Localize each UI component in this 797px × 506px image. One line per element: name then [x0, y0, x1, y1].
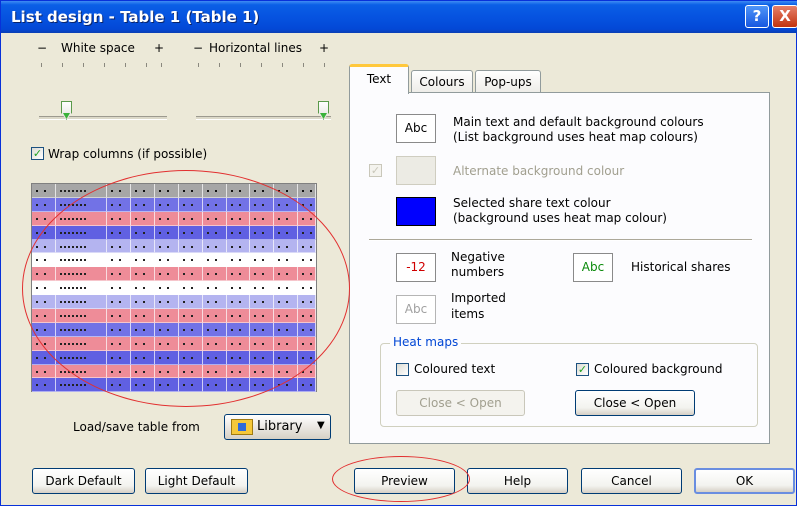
preview-cell	[298, 378, 316, 393]
wrap-columns-label: Wrap columns (if possible)	[48, 147, 208, 161]
tab-colours[interactable]: Colours	[411, 70, 473, 94]
load-save-label: Load/save table from	[73, 420, 200, 434]
selected-line2: (background uses heat map colour)	[453, 211, 667, 225]
coloured-background-label: Coloured background	[594, 362, 723, 376]
main-text-line2: (List background uses heat map colours)	[453, 130, 698, 144]
hlines-tick	[198, 63, 199, 67]
whitespace-tick	[62, 63, 63, 67]
selected-line1: Selected share text colour	[453, 196, 611, 210]
whitespace-tick	[161, 63, 162, 67]
title-bar[interactable]: List design - Table 1 (Table 1) ? X	[1, 1, 797, 33]
chevron-down-icon: ▼	[317, 420, 325, 431]
alternate-background-swatch[interactable]	[396, 156, 436, 185]
preview-cell	[32, 184, 56, 198]
folder-icon	[231, 419, 253, 435]
tab-popups[interactable]: Pop-ups	[475, 70, 541, 94]
hlines-tick	[240, 63, 241, 67]
dark-default-button[interactable]: Dark Default	[32, 468, 135, 494]
library-dropdown-button[interactable]: Library ▼	[224, 414, 331, 440]
negative-line1: Negative	[451, 250, 505, 264]
window-title: List design - Table 1 (Table 1)	[11, 8, 260, 26]
ok-button[interactable]: OK	[694, 468, 795, 494]
whitespace-tick	[83, 63, 84, 67]
whitespace-tick	[146, 63, 147, 67]
dialog-window: List design - Table 1 (Table 1) ? X − Wh…	[0, 0, 797, 506]
help-title-button[interactable]: ?	[745, 5, 769, 28]
whitespace-tick	[104, 63, 105, 67]
negative-line2: numbers	[451, 265, 505, 279]
main-text-line1: Main text and default background colours	[453, 115, 704, 129]
hlines-slider-track[interactable]	[196, 116, 331, 120]
close-open-background-button[interactable]: Close < Open	[575, 390, 695, 416]
annotation-ellipse-preview	[22, 170, 350, 407]
library-label: Library	[257, 419, 303, 434]
whitespace-minus-label: −	[37, 41, 48, 55]
alternate-background-checkbox[interactable]: ✓	[369, 164, 382, 177]
cancel-button[interactable]: Cancel	[581, 468, 682, 494]
whitespace-slider-track[interactable]	[39, 116, 167, 120]
light-default-button[interactable]: Light Default	[145, 468, 248, 494]
whitespace-tick	[41, 63, 42, 67]
close-open-text-button[interactable]: Close < Open	[396, 390, 525, 416]
help-button[interactable]: Help	[467, 468, 568, 494]
whitespace-label: White space	[61, 41, 135, 55]
library-glyph	[238, 423, 246, 431]
hlines-plus-label: +	[319, 41, 330, 55]
hlines-minus-label: −	[193, 41, 204, 55]
imported-items-swatch[interactable]: Abc	[396, 295, 436, 324]
whitespace-plus-label: +	[154, 41, 165, 55]
alternate-background-label: Alternate background colour	[453, 164, 625, 178]
hlines-tick	[324, 63, 325, 67]
annotation-ellipse-button	[332, 456, 470, 502]
imported-line2: items	[451, 307, 485, 321]
historical-label: Historical shares	[631, 260, 731, 274]
imported-line1: Imported	[451, 291, 506, 305]
historical-shares-swatch[interactable]: Abc	[573, 253, 613, 282]
hlines-tick	[303, 63, 304, 67]
main-text-swatch[interactable]: Abc	[396, 114, 436, 143]
separator	[369, 239, 752, 241]
coloured-background-checkbox[interactable]: ✓	[576, 363, 589, 376]
preview-cell	[32, 364, 56, 379]
preview-cell	[32, 378, 56, 393]
hlines-tick	[282, 63, 283, 67]
preview-cell	[32, 197, 56, 212]
hlines-tick	[219, 63, 220, 67]
coloured-text-label: Coloured text	[414, 362, 496, 376]
selected-share-swatch[interactable]	[396, 197, 436, 226]
tab-text[interactable]: Text	[349, 64, 409, 94]
preview-cell	[298, 184, 316, 198]
wrap-columns-checkbox[interactable]: ✓	[31, 147, 44, 160]
negative-numbers-swatch[interactable]: -12	[396, 253, 436, 282]
whitespace-tick	[125, 63, 126, 67]
close-title-button[interactable]: X	[772, 5, 797, 28]
heat-maps-title: Heat maps	[390, 335, 462, 349]
hlines-tick	[261, 63, 262, 67]
hlines-label: Horizontal lines	[209, 41, 302, 55]
coloured-text-checkbox[interactable]	[396, 363, 409, 376]
